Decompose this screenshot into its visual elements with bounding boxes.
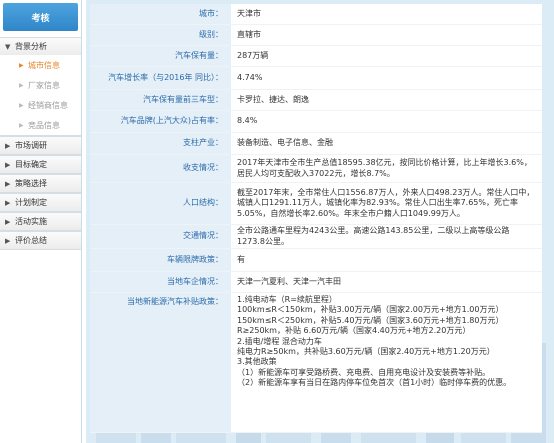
chevron-right-icon: ▶ (5, 179, 11, 188)
growth-rate-value: 4.74% (231, 67, 542, 89)
chevron-right-icon: ▶ (5, 141, 11, 150)
brand-share-value: 8.4% (231, 111, 542, 132)
group-label: 目标确定 (15, 160, 47, 169)
sidebar-group-strategy: ▶ 策略选择 (0, 174, 81, 193)
field-label: 支柱产业： (90, 133, 231, 154)
arrow-right-icon: ▶ (19, 81, 24, 89)
sidebar-item-maker-info[interactable]: ▶ 厂家信息 (0, 75, 81, 95)
sidebar-group-evaluation: ▶ 评价总结 (0, 231, 81, 250)
group-label: 评价总结 (15, 236, 47, 245)
sidebar: 考核 ▼ 背景分析 ▶ 城市信息 ▶ 厂家信息 ▶ 经销商信息 ▶ 竞品信息 ▶… (0, 0, 82, 443)
sidebar-item-label: 竞品信息 (28, 120, 60, 130)
traffic-value: 全市公路通车里程为4243公里。高速公路143.85公里，二级以上高等级公路12… (231, 225, 542, 248)
chevron-right-icon: ▶ (5, 236, 11, 245)
row-traffic: 交通情况： 全市公路通车里程为4243公里。高速公路143.85公里，二级以上高… (90, 225, 542, 249)
sidebar-group-title-evaluation[interactable]: ▶ 评价总结 (0, 231, 81, 249)
subsidy-line: 3.其他政策 (237, 357, 277, 367)
sidebar-group-title-strategy[interactable]: ▶ 策略选择 (0, 174, 81, 192)
sidebar-item-label: 经销商信息 (28, 100, 68, 110)
subsidy-line: 100km≤R＜150km，补贴3.00万元/辆（国家2.00万元+地方1.00… (237, 305, 504, 315)
row-income: 收支情况： 2017年天津市全市生产总值18595.38亿元，按同比价格计算，比… (90, 155, 542, 183)
level-value: 直辖市 (231, 25, 542, 45)
arrow-right-icon: ▶ (19, 121, 24, 129)
field-label: 当地新能源汽车补贴政策： (90, 293, 231, 432)
group-label: 计划制定 (15, 198, 47, 207)
sidebar-item-city-info[interactable]: ▶ 城市信息 (0, 55, 81, 75)
row-pillar-industry: 支柱产业： 装备制造、电子信息、金融 (90, 133, 542, 155)
sidebar-group-title-market-research[interactable]: ▶ 市场调研 (0, 136, 81, 154)
group-label: 市场调研 (15, 141, 47, 150)
field-label: 交通情况： (90, 225, 231, 248)
chevron-down-icon: ▼ (5, 42, 11, 51)
field-label: 收支情况： (90, 155, 231, 182)
subsidy-line: 纯电力R≥50km，共补贴3.60万元/辆（国家2.40万元+地方1.20万元） (237, 346, 495, 356)
chevron-right-icon: ▶ (5, 217, 11, 226)
sidebar-item-dealer-info[interactable]: ▶ 经销商信息 (0, 95, 81, 115)
sidebar-item-label: 城市信息 (28, 60, 60, 70)
field-label: 当地车企情况： (90, 272, 231, 292)
group-label: 策略选择 (15, 179, 47, 188)
field-label: 人口结构： (90, 183, 231, 224)
income-value: 2017年天津市全市生产总值18595.38亿元，按同比价格计算，比上年增长3.… (231, 155, 542, 182)
subsidy-line: （2）新能源车享有当日在路内停车位免首次（首1小时）临时停车费的优惠。 (237, 378, 512, 388)
row-car-stock: 汽车保有量： 287万辆 (90, 46, 542, 67)
subsidy-line: R≥250km，补贴 6.60万元/辆（国家4.40万元+地方2.20万元） (237, 326, 471, 336)
ev-subsidy-value: 1.纯电动车（R=续航里程） 100km≤R＜150km，补贴3.00万元/辆（… (231, 293, 542, 432)
arrow-right-icon: ▶ (19, 61, 24, 69)
row-ev-subsidy: 当地新能源汽车补贴政策： 1.纯电动车（R=续航里程） 100km≤R＜150k… (90, 293, 542, 433)
field-label: 级别： (90, 25, 231, 45)
sidebar-group-title-goal[interactable]: ▶ 目标确定 (0, 155, 81, 173)
row-growth-rate: 汽车增长率（与2016年 同比）： 4.74% (90, 67, 542, 90)
population-value: 截至2017年末，全市常住人口1556.87万人，外来人口498.23万人。常住… (231, 183, 542, 224)
field-label: 汽车保有量： (90, 46, 231, 66)
car-stock-value: 287万辆 (231, 46, 542, 66)
sidebar-group-title-activity[interactable]: ▶ 活动实施 (0, 212, 81, 230)
sidebar-group-goal: ▶ 目标确定 (0, 155, 81, 174)
sidebar-group-market-research: ▶ 市场调研 (0, 136, 81, 155)
row-plate-limit: 车辆限牌政策： 有 (90, 249, 542, 272)
sidebar-group-plan: ▶ 计划制定 (0, 193, 81, 212)
subsidy-line: 1.纯电动车（R=续航里程） (237, 295, 337, 304)
sidebar-group-title-background[interactable]: ▼ 背景分析 (0, 37, 81, 55)
chevron-right-icon: ▶ (5, 198, 11, 207)
local-automakers-value: 天津一汽夏利、天津一汽丰田 (231, 272, 542, 292)
city-info-table: 城市： 天津市 级别： 直辖市 汽车保有量： 287万辆 汽车增长率（与2016… (90, 4, 542, 433)
field-label: 车辆限牌政策： (90, 249, 231, 271)
row-city: 城市： 天津市 (90, 4, 542, 25)
row-brand-share: 汽车品牌(上汽大众)占有率： 8.4% (90, 111, 542, 133)
city-value: 天津市 (231, 4, 542, 24)
row-top-models: 汽车保有量前三车型： 卡罗拉、捷达、朗逸 (90, 90, 542, 111)
sidebar-group-title-plan[interactable]: ▶ 计划制定 (0, 193, 81, 211)
group-label: 活动实施 (15, 217, 47, 226)
subsidy-line: （1）新能源车可享受路桥费、充电费、自用充电设计及安装费等补贴。 (237, 367, 491, 377)
main-content: 城市： 天津市 级别： 直辖市 汽车保有量： 287万辆 汽车增长率（与2016… (86, 0, 554, 443)
sidebar-group-activity: ▶ 活动实施 (0, 212, 81, 231)
sidebar-group-background: ▼ 背景分析 ▶ 城市信息 ▶ 厂家信息 ▶ 经销商信息 ▶ 竞品信息 (0, 37, 81, 136)
subsidy-line: 2.插电/增程 混合动力车 (237, 336, 322, 346)
sidebar-item-competitor-info[interactable]: ▶ 竞品信息 (0, 115, 81, 135)
row-population: 人口结构： 截至2017年末，全市常住人口1556.87万人，外来人口498.2… (90, 183, 542, 225)
plate-limit-value: 有 (231, 249, 542, 271)
chevron-right-icon: ▶ (5, 160, 11, 169)
subsidy-line: 150km≤R＜250km，补贴5.40万元/辆（国家3.60万元+地方1.80… (237, 315, 504, 325)
field-label: 汽车品牌(上汽大众)占有率： (90, 111, 231, 132)
field-label: 城市： (90, 4, 231, 24)
top-models-value: 卡罗拉、捷达、朗逸 (231, 90, 542, 110)
row-local-automakers: 当地车企情况： 天津一汽夏利、天津一汽丰田 (90, 272, 542, 293)
row-level: 级别： 直辖市 (90, 25, 542, 46)
group-label: 背景分析 (15, 42, 47, 51)
sidebar-header[interactable]: 考核 (3, 3, 78, 31)
sidebar-item-label: 厂家信息 (28, 80, 60, 90)
field-label: 汽车增长率（与2016年 同比）： (90, 67, 231, 89)
pillar-industry-value: 装备制造、电子信息、金融 (231, 133, 542, 154)
field-label: 汽车保有量前三车型： (90, 90, 231, 110)
arrow-right-icon: ▶ (19, 101, 24, 109)
